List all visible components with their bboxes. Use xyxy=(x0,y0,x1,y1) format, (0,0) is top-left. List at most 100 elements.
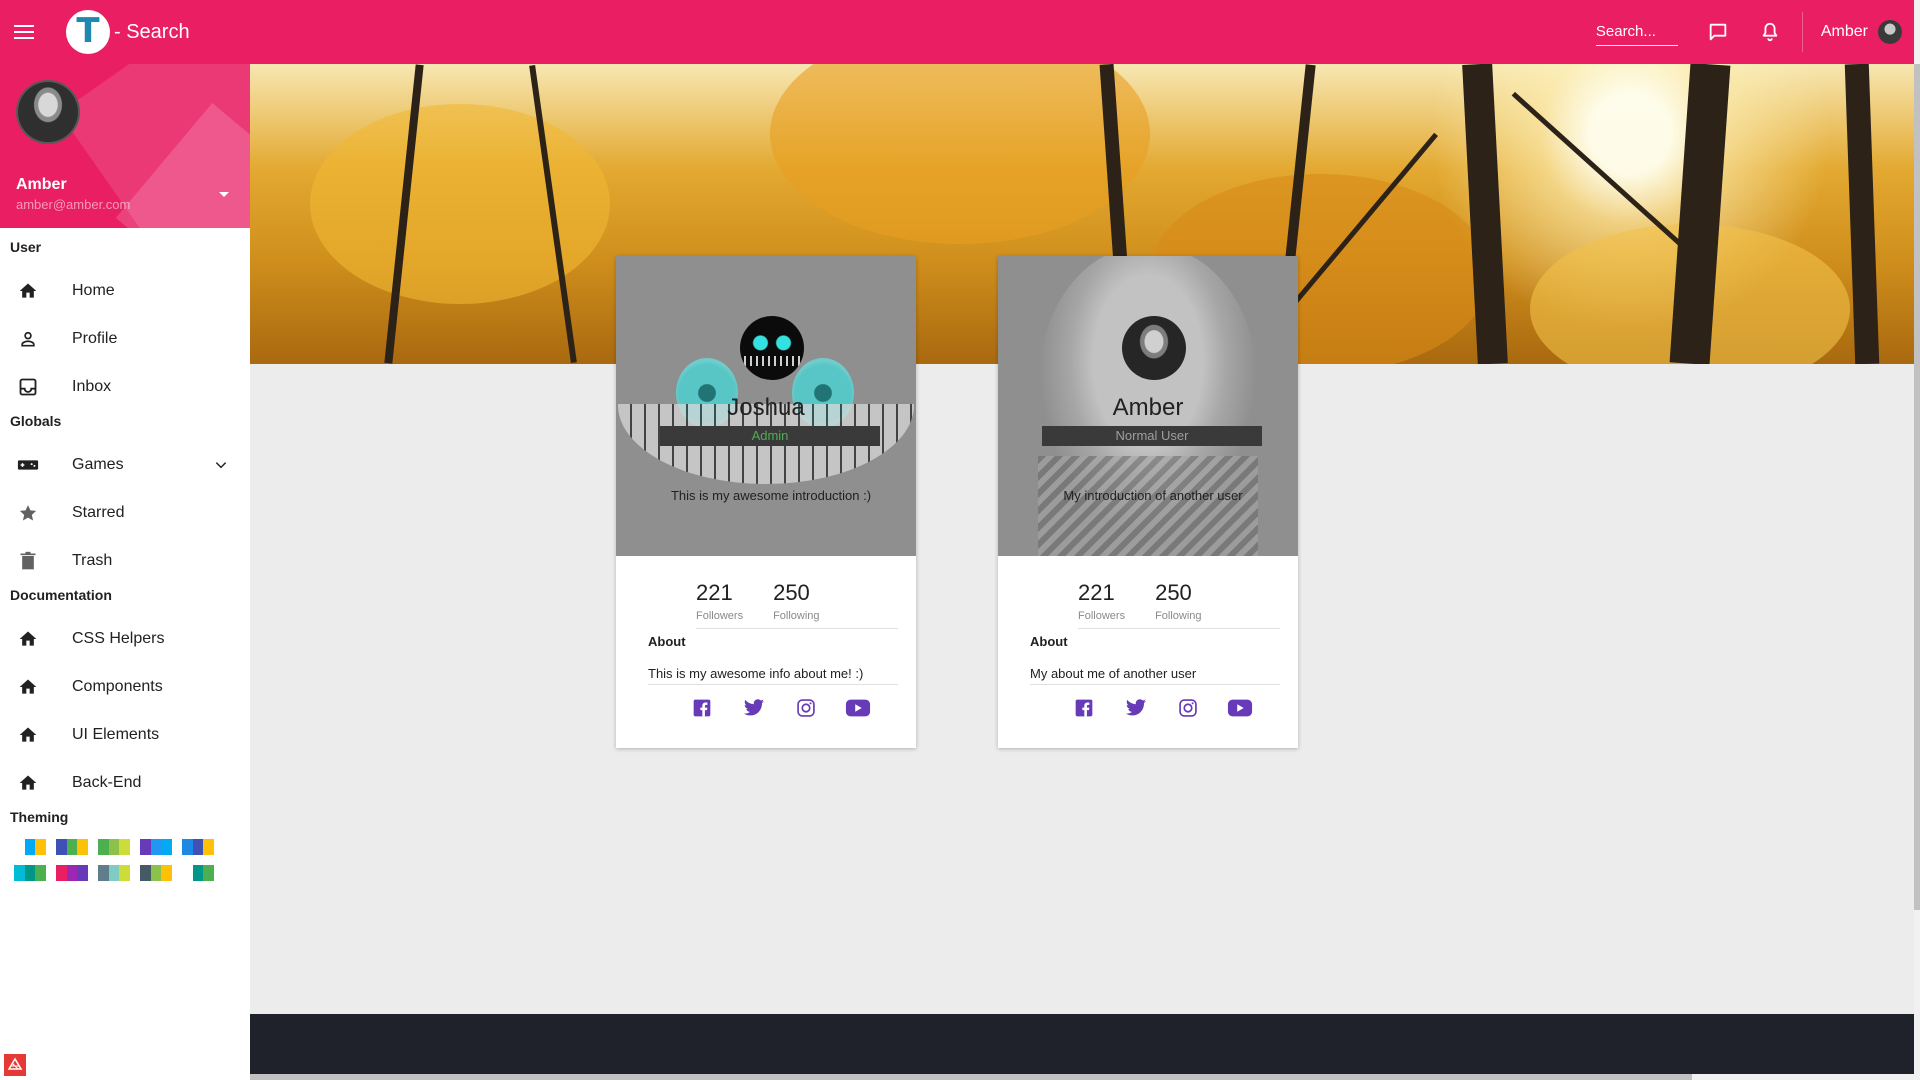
about-text: This is my awesome info about me! :) xyxy=(648,666,864,681)
theme-swatch[interactable] xyxy=(56,865,89,881)
followers-stat[interactable]: 221 Followers xyxy=(1078,580,1125,622)
footer-bar xyxy=(250,1014,1914,1076)
sidebar-profile-header: Amber amber@amber.com xyxy=(0,64,250,228)
social-links xyxy=(676,696,884,720)
theme-swatch-grid xyxy=(0,837,250,881)
about-text: My about me of another user xyxy=(1030,666,1197,681)
card-avatar[interactable] xyxy=(1122,316,1186,380)
twitter-icon[interactable] xyxy=(728,696,780,720)
card-user-name: Joshua xyxy=(727,394,805,421)
card-cover: Amber Normal User My introduction of ano… xyxy=(998,256,1298,556)
theme-swatch[interactable] xyxy=(56,839,89,855)
person-icon xyxy=(16,327,40,351)
section-title-user: User xyxy=(10,239,42,255)
theme-swatch[interactable] xyxy=(14,839,47,855)
banner-foliage xyxy=(310,104,610,304)
following-stat[interactable]: 250 Following xyxy=(773,580,819,622)
sidebar-item-inbox[interactable]: Inbox xyxy=(0,363,250,411)
brand-badge-icon[interactable] xyxy=(4,1054,26,1076)
card-stats: 221 Followers 250 Following xyxy=(1078,580,1202,622)
sidebar-item-back-end[interactable]: Back-End xyxy=(0,759,250,807)
facebook-icon[interactable] xyxy=(1058,696,1110,720)
account-dropdown-icon[interactable] xyxy=(219,192,229,197)
about-title: About xyxy=(1030,634,1068,649)
following-label: Following xyxy=(773,610,820,622)
sidebar-item-label: Inbox xyxy=(72,378,112,395)
gamepad-icon xyxy=(16,453,40,477)
search-field[interactable] xyxy=(1595,18,1678,46)
theme-swatch[interactable] xyxy=(182,839,215,855)
home-icon xyxy=(16,279,40,303)
banner-foliage xyxy=(770,64,1150,244)
sidebar-item-label: Games xyxy=(72,456,124,473)
sidebar-item-css-helpers[interactable]: CSS Helpers xyxy=(0,615,250,663)
chevron-down-icon[interactable] xyxy=(214,458,228,477)
sidebar-item-label: Profile xyxy=(72,330,118,347)
card-introduction: My introduction of another user xyxy=(1063,488,1243,503)
horizontal-scrollbar-thumb[interactable] xyxy=(0,1074,1692,1080)
sidebar-item-label: Components xyxy=(72,678,163,695)
theme-swatch[interactable] xyxy=(140,865,173,881)
instagram-icon[interactable] xyxy=(780,696,832,720)
followers-stat[interactable]: 221 Followers xyxy=(696,580,743,622)
followers-label: Followers xyxy=(1078,610,1126,622)
card-avatar[interactable] xyxy=(740,316,804,380)
theme-swatch[interactable] xyxy=(98,839,131,855)
card-role-badge: Normal User xyxy=(1042,426,1262,446)
sidebar-item-ui-elements[interactable]: UI Elements xyxy=(0,711,250,759)
search-input[interactable] xyxy=(1595,23,1678,40)
sidebar-item-profile[interactable]: Profile xyxy=(0,315,250,363)
chat-icon[interactable] xyxy=(1705,19,1731,45)
theme-swatch[interactable] xyxy=(182,865,215,881)
home-icon xyxy=(16,627,40,651)
section-title-globals: Globals xyxy=(10,413,62,429)
menu-icon[interactable] xyxy=(14,18,42,46)
followers-label: Followers xyxy=(696,610,744,622)
header-user-name[interactable]: Amber xyxy=(1821,23,1868,41)
card-user-name: Amber xyxy=(1112,394,1184,421)
youtube-icon[interactable] xyxy=(1214,696,1266,720)
card-cover-art xyxy=(1038,456,1258,556)
header-avatar[interactable] xyxy=(1878,20,1902,44)
theme-swatch[interactable] xyxy=(140,839,173,855)
sidebar-item-components[interactable]: Components xyxy=(0,663,250,711)
app-title: - Search xyxy=(114,20,190,43)
about-title: About xyxy=(648,634,686,649)
sidebar-avatar[interactable] xyxy=(16,80,80,144)
sidebar-item-label: UI Elements xyxy=(72,726,160,743)
card-stats: 221 Followers 250 Following xyxy=(696,580,820,622)
home-icon xyxy=(16,675,40,699)
sidebar-item-label: Starred xyxy=(72,504,125,521)
sidebar-item-label: CSS Helpers xyxy=(72,630,165,647)
social-links xyxy=(1058,696,1266,720)
followers-count: 221 xyxy=(1078,580,1115,605)
following-stat[interactable]: 250 Following xyxy=(1155,580,1201,622)
instagram-icon[interactable] xyxy=(1162,696,1214,720)
following-count: 250 xyxy=(773,580,810,605)
app-logo[interactable]: T xyxy=(66,10,110,54)
section-title-theming: Theming xyxy=(10,809,69,825)
sidebar-item-trash[interactable]: Trash xyxy=(0,537,250,585)
home-icon xyxy=(16,771,40,795)
theme-swatch-row xyxy=(14,865,250,881)
sidebar-item-starred[interactable]: Starred xyxy=(0,489,250,537)
youtube-icon[interactable] xyxy=(832,696,884,720)
divider xyxy=(696,628,898,629)
divider xyxy=(1030,684,1280,685)
star-icon xyxy=(16,501,40,525)
inbox-icon xyxy=(16,375,40,399)
card-cover: Joshua Admin This is my awesome introduc… xyxy=(616,256,916,556)
sidebar-item-home[interactable]: Home xyxy=(0,267,250,315)
theme-swatch[interactable] xyxy=(14,865,47,881)
card-role-badge: Admin xyxy=(660,426,880,446)
facebook-icon[interactable] xyxy=(676,696,728,720)
theme-swatch[interactable] xyxy=(98,865,131,881)
vertical-scrollbar-thumb[interactable] xyxy=(1914,64,1920,910)
home-icon xyxy=(16,723,40,747)
profile-card-joshua: Joshua Admin This is my awesome introduc… xyxy=(616,256,916,748)
notification-bell-icon[interactable] xyxy=(1757,19,1783,45)
sidebar-item-games[interactable]: Games xyxy=(0,441,250,489)
divider xyxy=(648,684,898,685)
sidebar-item-label: Back-End xyxy=(72,774,142,791)
twitter-icon[interactable] xyxy=(1110,696,1162,720)
